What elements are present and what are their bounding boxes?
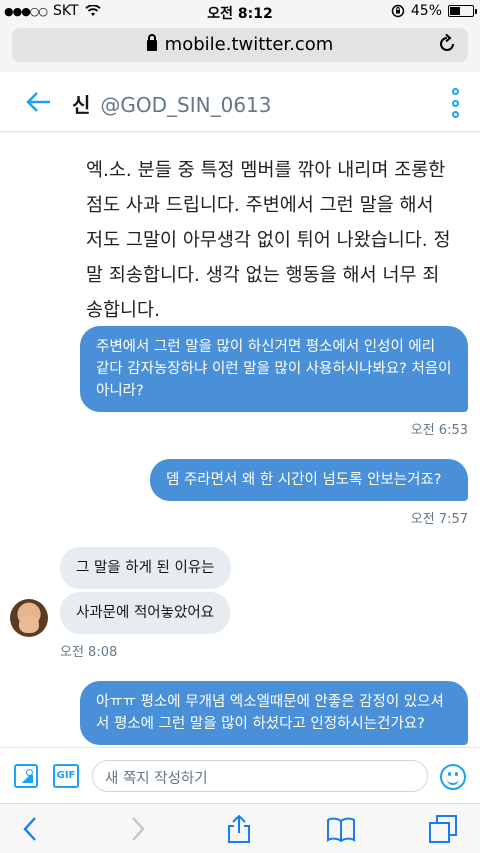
message-bubble-outgoing[interactable]: 아ㅠㅠ 평소에 무개념 엑소엘때문에 안좋은 감정이 있으셔서 평소에 그런 말… xyxy=(80,681,468,745)
conversation-header: 신 @GOD_SIN_0613 xyxy=(0,72,480,132)
message-timestamp: 오전 8:08 xyxy=(60,645,118,660)
battery-percent: 45% xyxy=(410,3,442,19)
message-timestamp: 오전 6:53 xyxy=(410,423,468,438)
image-attach-icon[interactable] xyxy=(14,764,38,788)
message-bubble-outgoing[interactable]: 뎀 주라면서 왜 한 시간이 넘도록 안보는거죠? xyxy=(150,459,468,501)
browser-back-icon[interactable] xyxy=(16,814,46,844)
lock-icon xyxy=(146,34,157,51)
message-bubble-incoming[interactable]: 그 말을 하게 된 이유는 xyxy=(60,547,231,589)
shared-image-text: 엑.소. 분들 중 특정 멤버를 깎아 내리며 조롱한 점도 사과 드립니다. … xyxy=(86,160,451,321)
contact-handle: @GOD_SIN_0613 xyxy=(100,93,272,117)
emoji-icon[interactable] xyxy=(440,764,466,790)
more-options-icon[interactable] xyxy=(450,88,460,118)
bookmarks-icon[interactable] xyxy=(326,814,356,844)
message-bubble-incoming[interactable]: 사과문에 적어놓았어요 xyxy=(60,592,231,634)
address-bar[interactable]: mobile.twitter.com xyxy=(12,28,468,62)
gif-button[interactable]: GIF xyxy=(53,764,79,788)
browser-toolbar xyxy=(0,803,480,853)
tabs-icon[interactable] xyxy=(428,814,458,844)
battery-icon xyxy=(448,5,477,17)
back-arrow-icon[interactable] xyxy=(26,89,52,115)
browser-forward-icon[interactable] xyxy=(122,814,152,844)
share-icon[interactable] xyxy=(224,814,254,844)
message-bubble-outgoing[interactable]: 주변에서 그런 말을 많이 하신거면 평소에서 인성이 에리 같다 감자농장하냐… xyxy=(80,326,468,412)
contact-name: 신 xyxy=(72,93,91,117)
conversation-title: 신 @GOD_SIN_0613 xyxy=(72,89,272,118)
avatar[interactable] xyxy=(10,599,48,637)
message-input[interactable]: 새 쪽지 작성하기 xyxy=(92,760,428,792)
rotation-lock-icon xyxy=(391,4,405,18)
status-bar: ●●●○○ SKT 오전 8:12 45% xyxy=(0,0,480,24)
url-text: mobile.twitter.com xyxy=(164,34,334,55)
message-timestamp: 오전 7:57 xyxy=(410,512,468,527)
compose-bar: GIF 새 쪽지 작성하기 xyxy=(0,747,480,803)
message-thread[interactable]: 엑.소. 분들 중 특정 멤버를 깎아 내리며 조롱한 점도 사과 드립니다. … xyxy=(0,133,480,747)
reload-icon[interactable] xyxy=(436,33,458,55)
